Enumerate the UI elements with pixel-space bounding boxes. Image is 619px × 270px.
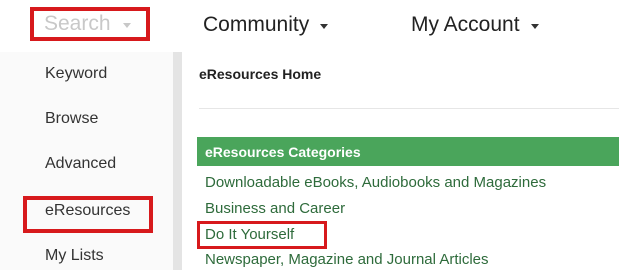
content-divider: [199, 108, 619, 109]
community-menu-label: Community: [203, 13, 310, 36]
caret-down-icon: [122, 22, 131, 28]
sidebar-item-browse[interactable]: Browse: [0, 97, 173, 141]
sidebar-item-label: eResources: [45, 202, 131, 219]
category-link-business-career[interactable]: Business and Career: [205, 200, 345, 217]
page: Search Community My Account Keyword Brow…: [0, 0, 619, 270]
sidebar-item-label: Advanced: [45, 155, 117, 172]
sidebar-item-eresources[interactable]: eResources: [0, 189, 173, 233]
sidebar-item-label: Browse: [45, 110, 99, 127]
search-menu[interactable]: Search: [30, 7, 150, 41]
sidebar-divider: [173, 52, 182, 270]
categories-header: eResources Categories: [197, 137, 619, 166]
category-link-do-it-yourself[interactable]: Do It Yourself: [205, 226, 294, 243]
categories-header-label: eResources Categories: [205, 143, 361, 160]
sidebar-item-advanced[interactable]: Advanced: [0, 142, 173, 186]
search-menu-label: Search: [44, 12, 111, 35]
my-account-menu[interactable]: My Account: [411, 10, 539, 40]
sidebar: Keyword Browse Advanced eResources My Li…: [0, 52, 173, 270]
top-navigation: Search Community My Account: [0, 0, 619, 52]
caret-down-icon: [320, 23, 329, 29]
sidebar-item-keyword[interactable]: Keyword: [0, 52, 173, 96]
category-link-newspaper-articles[interactable]: Newspaper, Magazine and Journal Articles: [205, 251, 489, 268]
category-link-downloadable[interactable]: Downloadable eBooks, Audiobooks and Maga…: [205, 174, 546, 191]
community-menu[interactable]: Community: [203, 10, 329, 40]
page-title: eResources Home: [199, 66, 322, 82]
my-account-menu-label: My Account: [411, 13, 520, 36]
sidebar-item-my-lists[interactable]: My Lists: [0, 234, 173, 270]
caret-down-icon: [530, 23, 539, 29]
sidebar-item-label: My Lists: [45, 247, 104, 264]
sidebar-item-label: Keyword: [45, 65, 108, 82]
